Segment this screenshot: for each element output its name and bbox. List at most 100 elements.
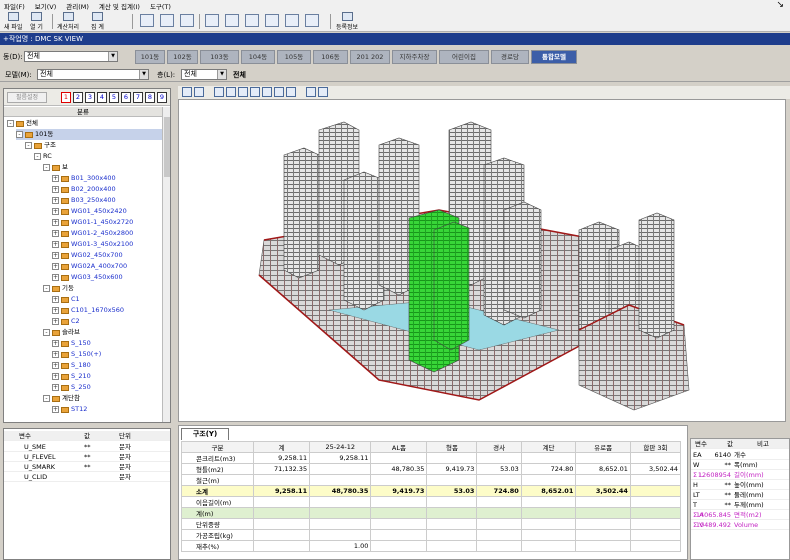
property-row[interactable]: H ** 높이(mm) — [691, 480, 789, 490]
tree-node[interactable]: + WG01-2_450x2800 — [52, 228, 133, 239]
collapse-icon[interactable]: - — [34, 153, 41, 160]
collapse-icon[interactable]: - — [43, 164, 50, 171]
level-6-button[interactable]: 6 — [121, 92, 131, 103]
tree-node[interactable]: + S_210 — [52, 371, 91, 382]
collapse-icon[interactable]: - — [43, 395, 50, 402]
expand-icon[interactable]: + — [52, 175, 59, 182]
expand-icon[interactable]: + — [52, 263, 59, 270]
model-select[interactable]: 전체 ▼ — [37, 69, 149, 80]
building-select[interactable]: 전체 ▼ — [24, 51, 118, 62]
tree-node[interactable]: + S_250 — [52, 382, 91, 393]
tree-node[interactable]: + C101_1670x560 — [52, 305, 124, 316]
tree-node[interactable]: -보 — [43, 162, 68, 173]
expand-icon[interactable]: + — [52, 318, 59, 325]
level-2-button[interactable]: 2 — [73, 92, 83, 103]
tab-building[interactable]: 104동 — [241, 50, 275, 64]
tree-node[interactable]: - 전체 — [7, 118, 38, 129]
menu-item[interactable]: 도구(T) — [150, 1, 171, 11]
tree-scrollbar[interactable] — [162, 107, 170, 422]
close-icon[interactable]: ↘ — [776, 0, 784, 10]
expand-icon[interactable]: + — [52, 208, 59, 215]
tree-node[interactable]: + C1 — [52, 294, 80, 305]
tree-node[interactable]: - RC — [34, 151, 52, 162]
expand-icon[interactable]: + — [52, 241, 59, 248]
form-icon[interactable] — [245, 14, 259, 27]
table-row[interactable]: 소계 9,258.11 48,780.35 9,419.73 53.03 724.80 8,… — [181, 485, 682, 497]
level-8-button[interactable]: 8 — [145, 92, 155, 103]
edit-doc-icon[interactable] — [225, 14, 239, 27]
level-4-button[interactable]: 4 — [97, 92, 107, 103]
variable-row[interactable]: U_FLEVEL ** 문자 — [4, 452, 170, 462]
property-row[interactable]: EA 6140 개수 — [691, 450, 789, 460]
open-button[interactable]: 열 기 — [30, 12, 43, 31]
variable-row[interactable]: U_SME ** 문자 — [4, 442, 170, 452]
tab-building[interactable]: 105동 — [277, 50, 311, 64]
expand-icon[interactable]: + — [52, 307, 59, 314]
cube-icon[interactable] — [226, 87, 236, 97]
expand-icon[interactable]: + — [52, 274, 59, 281]
property-row[interactable]: W ** 폭(mm) — [691, 460, 789, 470]
variable-row[interactable]: U_SMARK ** 문자 — [4, 462, 170, 472]
variable-row[interactable]: U_CLID 문자 — [4, 472, 170, 482]
collapse-icon[interactable]: - — [25, 142, 32, 149]
tree-node[interactable]: + S_150(+) — [52, 349, 101, 360]
view-icon[interactable] — [182, 87, 192, 97]
tree-node[interactable]: + B03_250x400 — [52, 195, 116, 206]
floor-select[interactable]: 전체 ▼ — [181, 69, 227, 80]
table-row[interactable]: 계(m) — [181, 507, 682, 519]
tree-node[interactable]: + B02_200x400 — [52, 184, 116, 195]
tree-node[interactable]: + ST12 — [52, 404, 87, 415]
tab-building[interactable]: 102동 — [167, 50, 198, 64]
tab-building[interactable]: 101동 — [135, 50, 165, 64]
tab-building[interactable]: 어린이집 — [439, 50, 489, 64]
expand-icon[interactable]: + — [52, 340, 59, 347]
property-row[interactable]: LT ** 둘레(mm) — [691, 490, 789, 500]
search-file-icon[interactable] — [180, 14, 194, 27]
tab-structure[interactable]: 구조(Y) — [181, 428, 229, 440]
tree-node[interactable]: + WG03_450x600 — [52, 272, 123, 283]
expand-icon[interactable]: + — [52, 197, 59, 204]
property-row[interactable]: Σ A 14065.845 면적(m2) — [691, 510, 789, 520]
layers-icon[interactable] — [318, 87, 328, 97]
tab-building[interactable]: 경로당 — [491, 50, 529, 64]
expand-icon[interactable]: + — [52, 362, 59, 369]
property-row[interactable]: T ** 두께(mm) — [691, 500, 789, 510]
search-doc-icon[interactable] — [140, 14, 154, 27]
sheet-icon[interactable] — [265, 14, 279, 27]
tree-node[interactable]: + WG01-3_450x2100 — [52, 239, 133, 250]
table-row[interactable]: 콘크리트(m3) 9,258.11 9,258.11 — [181, 452, 682, 464]
tab-building[interactable]: 103동 — [200, 50, 239, 64]
expand-icon[interactable]: + — [52, 230, 59, 237]
cube-top-icon[interactable] — [262, 87, 272, 97]
calculate-button[interactable]: 계산처리 — [57, 12, 79, 31]
collapse-icon[interactable]: - — [16, 131, 23, 138]
tree-node[interactable]: + S_150 — [52, 338, 91, 349]
level-5-button[interactable]: 5 — [109, 92, 119, 103]
menu-item[interactable]: 파일(F) — [4, 1, 25, 11]
tab-building[interactable]: 지하주차장 — [392, 50, 437, 64]
expand-icon[interactable]: + — [52, 384, 59, 391]
tree-node[interactable]: + WG01-1_450x2720 — [52, 217, 133, 228]
camera-icon[interactable] — [194, 87, 204, 97]
expand-icon[interactable]: + — [52, 252, 59, 259]
level-3-button[interactable]: 3 — [85, 92, 95, 103]
tab-building[interactable]: 통합모델 — [531, 50, 577, 64]
collapse-icon[interactable]: - — [43, 329, 50, 336]
search-list-icon[interactable] — [160, 14, 174, 27]
cube-front-icon[interactable] — [238, 87, 248, 97]
register-button[interactable]: 등록정보 — [336, 12, 358, 31]
property-row[interactable]: Σ L 12608954 길이(mm) — [691, 470, 789, 480]
tree-node[interactable]: + S_180 — [52, 360, 91, 371]
tree-node[interactable]: + B01_300x400 — [52, 173, 116, 184]
collapse-icon[interactable]: - — [7, 120, 14, 127]
property-row[interactable]: Σ V 10489.492 Volume — [691, 520, 789, 530]
expand-icon[interactable]: + — [52, 351, 59, 358]
table-row[interactable]: 이음길이(m) — [181, 496, 682, 508]
list-icon[interactable] — [306, 87, 316, 97]
cube-iso-icon[interactable] — [274, 87, 284, 97]
table-row[interactable]: 가공조립(kg) — [181, 529, 682, 541]
expand-icon[interactable]: + — [52, 186, 59, 193]
new-file-button[interactable]: 새 파일 — [4, 12, 22, 31]
tree-node[interactable]: - 슬라브 — [43, 327, 80, 338]
table-row[interactable]: 단위중량 — [181, 518, 682, 530]
